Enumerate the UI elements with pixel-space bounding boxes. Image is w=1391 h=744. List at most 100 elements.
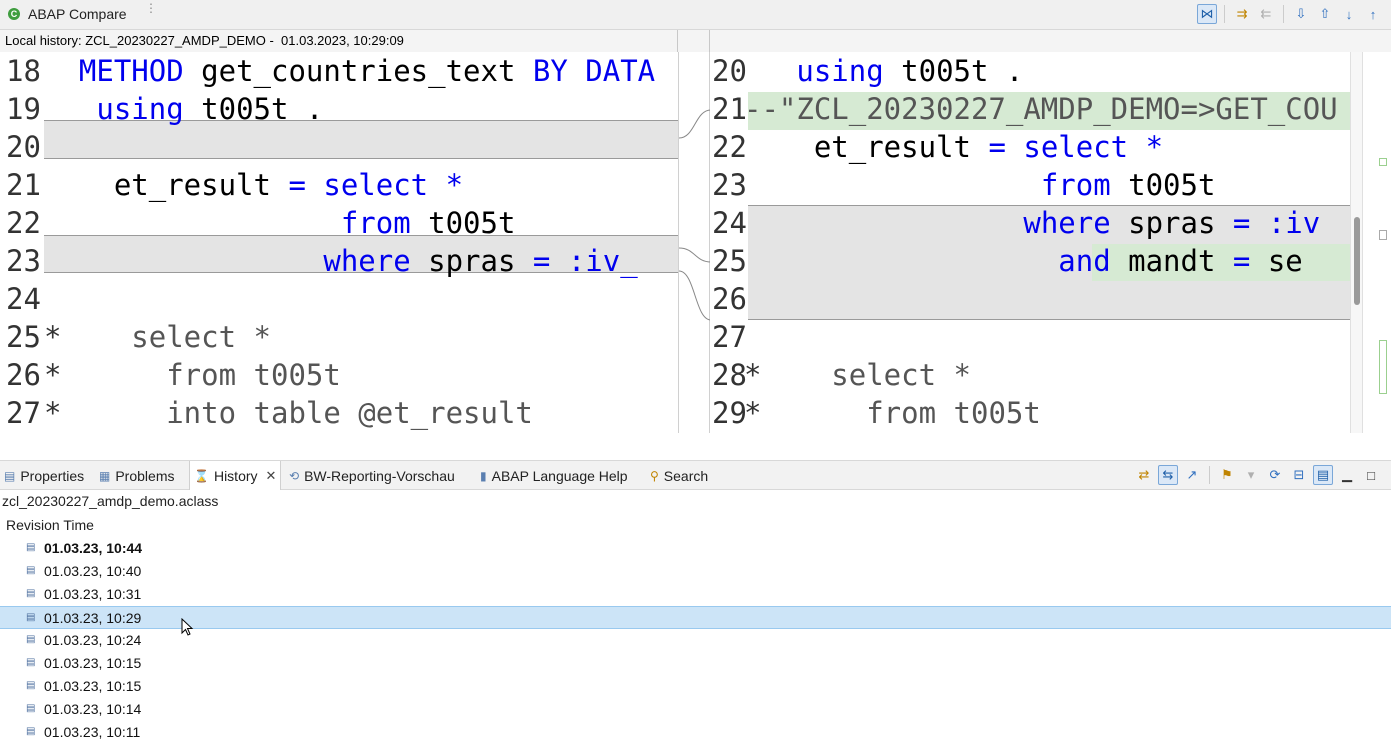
- title-bar: C ABAP Compare ⋮ ⋈ ⇉ ⇇ ⇩ ⇧ ↓ ↑: [0, 0, 1391, 30]
- compare-mode-toggle-icon[interactable]: ⇆: [1158, 465, 1178, 485]
- line-number: 22: [6, 206, 41, 240]
- code-token: t005t: [1110, 168, 1216, 202]
- refresh-icon[interactable]: ⟳: [1265, 465, 1285, 485]
- tab-bw-reporting-preview[interactable]: ⟲ BW-Reporting-Vorschau: [289, 461, 455, 490]
- history-revision-row[interactable]: ▤ 01.03.23, 10:29: [0, 606, 1391, 629]
- tab-problems-label: Problems: [115, 467, 175, 484]
- pin-history-icon[interactable]: ⚑: [1217, 465, 1237, 485]
- line-number: 22: [712, 130, 747, 164]
- code-token: =: [288, 168, 306, 202]
- copy-right-to-left-icon[interactable]: ⇇: [1256, 4, 1276, 24]
- next-change-icon[interactable]: ↓: [1339, 4, 1359, 24]
- history-revision-row[interactable]: ▤ 01.03.23, 10:15: [0, 652, 1391, 675]
- revision-file-icon: ▤: [26, 634, 36, 645]
- code-token: into table @et_result: [61, 396, 533, 430]
- view-tab-bar: ▤ Properties ▦ Problems ⌛ History ✕ ⟲ BW…: [0, 460, 1391, 490]
- left-code-line: 22 from t005t: [0, 204, 678, 242]
- drag-grip-icon[interactable]: ⋮: [145, 2, 157, 23]
- code-token: METHOD: [78, 54, 184, 88]
- group-by-icon[interactable]: ▤: [1313, 465, 1333, 485]
- right-vertical-scroll-thumb[interactable]: [1354, 217, 1360, 305]
- maximize-icon[interactable]: □: [1361, 465, 1381, 485]
- overview-mark-green[interactable]: [1379, 158, 1387, 166]
- code-token: from: [1040, 168, 1111, 202]
- revision-file-icon: ▤: [26, 726, 36, 737]
- collapse-icon[interactable]: ⊟: [1289, 465, 1309, 485]
- history-resource-path: zcl_20230227_amdp_demo.aclass: [2, 493, 219, 509]
- left-code-line: 21 et_result = select *: [0, 166, 678, 204]
- left-code-line: 18 METHOD get_countries_text BY DATA: [0, 52, 678, 90]
- toolbar-separator: [1283, 5, 1284, 23]
- tab-properties[interactable]: ▤ Properties: [4, 461, 84, 490]
- history-revision-row[interactable]: ▤ 01.03.23, 10:44: [0, 537, 1391, 560]
- left-pane-header: Local history: ZCL_20230227_AMDP_DEMO - …: [0, 30, 678, 52]
- diff-overview-ruler[interactable]: [1362, 52, 1391, 433]
- history-revision-row[interactable]: ▤ 01.03.23, 10:40: [0, 560, 1391, 583]
- next-difference-icon[interactable]: ⇩: [1291, 4, 1311, 24]
- revision-time: 01.03.23, 10:44: [44, 540, 143, 556]
- history-revision-row[interactable]: ▤ 01.03.23, 10:11: [0, 721, 1391, 744]
- revision-time: 01.03.23, 10:11: [44, 724, 141, 740]
- revision-file-icon: ▤: [26, 542, 36, 553]
- line-number: 26: [712, 282, 747, 316]
- line-number: 29: [712, 396, 747, 430]
- code-token: select: [1023, 130, 1129, 164]
- code-token: where: [1023, 206, 1111, 240]
- previous-change-icon[interactable]: ↑: [1363, 4, 1383, 24]
- overview-mark-green-2[interactable]: [1379, 340, 1387, 394]
- history-revision-row[interactable]: ▤ 01.03.23, 10:31: [0, 583, 1391, 606]
- tab-abap-language-help[interactable]: ▮ ABAP Language Help: [480, 461, 628, 490]
- toolbar-separator: [1224, 5, 1225, 23]
- code-token: *: [44, 396, 62, 430]
- history-revision-row[interactable]: ▤ 01.03.23, 10:15: [0, 675, 1391, 698]
- link-with-editor-icon[interactable]: ⇄: [1134, 465, 1154, 485]
- view-menu-chevron-down-icon[interactable]: ▾: [1241, 465, 1261, 485]
- line-number: 18: [6, 54, 41, 88]
- history-icon: ⌛: [194, 468, 209, 483]
- revision-time: 01.03.23, 10:15: [44, 678, 142, 694]
- history-revision-row[interactable]: ▤ 01.03.23, 10:24: [0, 629, 1391, 652]
- code-token: t005t .: [183, 92, 324, 126]
- tab-problems[interactable]: ▦ Problems: [99, 461, 174, 490]
- code-token: =: [1232, 244, 1251, 278]
- code-token: using: [96, 92, 184, 126]
- revision-time: 01.03.23, 10:29: [44, 610, 142, 626]
- left-code-pane[interactable]: 18 METHOD get_countries_text BY DATA 19 u…: [0, 52, 678, 433]
- line-number: 27: [6, 396, 41, 430]
- right-code-line: 27: [710, 318, 1350, 356]
- tab-search[interactable]: ⚲ Search: [650, 461, 708, 490]
- compare-app-icon: C: [8, 8, 20, 20]
- close-icon[interactable]: ✕: [266, 468, 277, 484]
- tab-history[interactable]: ⌛ History ✕: [189, 461, 282, 490]
- code-token: from t005t: [61, 358, 341, 392]
- left-code-line: 23 where spras = :iv_: [0, 242, 678, 280]
- right-code-pane[interactable]: 20 using t005t . 21--"ZCL_20230227_AMDP_D…: [710, 52, 1350, 433]
- code-token: *: [44, 320, 62, 354]
- left-code-line: 24: [0, 280, 678, 318]
- tab-properties-label: Properties: [20, 467, 85, 484]
- compare-mode-icon[interactable]: ⋈: [1197, 4, 1217, 24]
- previous-difference-icon[interactable]: ⇧: [1315, 4, 1335, 24]
- line-number: 28: [712, 358, 747, 392]
- right-code-line: 26: [710, 280, 1350, 318]
- line-number: 21: [6, 168, 41, 202]
- left-code-line: 20: [0, 128, 678, 166]
- code-token: t005t: [410, 206, 516, 240]
- copy-left-to-right-icon[interactable]: ⇉: [1232, 4, 1252, 24]
- diff-connector-gutter: [678, 52, 712, 433]
- open-revision-icon[interactable]: ↗: [1182, 465, 1202, 485]
- history-revision-row[interactable]: ▤ 01.03.23, 10:14: [0, 698, 1391, 721]
- code-token: using: [796, 54, 884, 88]
- center-header: [678, 30, 710, 52]
- window-title: ABAP Compare: [28, 6, 127, 22]
- tab-search-label: Search: [663, 467, 709, 484]
- line-number: 21: [712, 92, 747, 126]
- revision-time-column-header[interactable]: Revision Time: [0, 514, 1391, 536]
- right-vertical-scrollbar[interactable]: [1350, 52, 1362, 433]
- revision-time: 01.03.23, 10:31: [44, 586, 142, 602]
- overview-mark-grey[interactable]: [1379, 230, 1387, 240]
- minimize-icon[interactable]: ▁: [1337, 465, 1357, 485]
- revision-file-icon: ▤: [26, 680, 36, 691]
